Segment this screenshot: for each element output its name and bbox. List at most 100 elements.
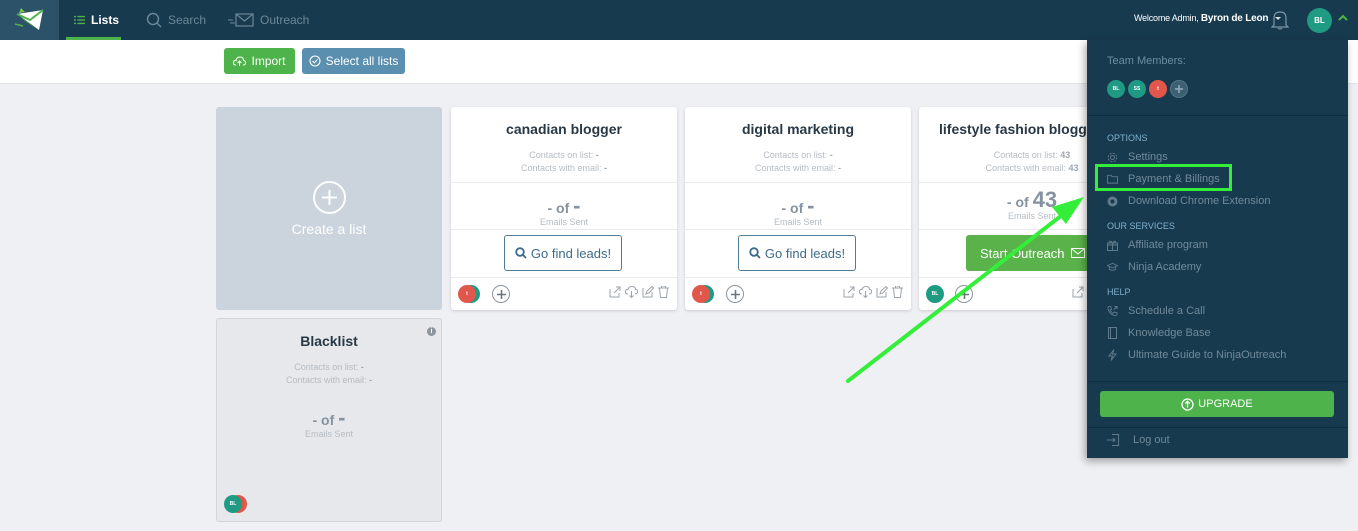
- go-find-leads-button[interactable]: Go find leads!: [504, 235, 622, 271]
- member-avatar[interactable]: t: [458, 285, 476, 303]
- email-label: Contacts with email:: [754, 163, 836, 173]
- create-list-card[interactable]: Create a list: [216, 107, 442, 310]
- add-member-button[interactable]: [726, 285, 744, 303]
- card-actions: [1072, 286, 1084, 298]
- team-member-avatar[interactable]: SS: [1128, 80, 1146, 98]
- plus-icon: [1175, 85, 1183, 93]
- contacts-label: Contacts on list:: [993, 150, 1058, 160]
- divider: [1087, 115, 1348, 116]
- search-icon: [749, 247, 761, 259]
- logout-icon: [1107, 434, 1119, 446]
- nav-search-label: Search: [168, 13, 207, 27]
- user-name: Byron de Leon: [1200, 13, 1269, 24]
- user-avatar[interactable]: BL: [1307, 8, 1332, 33]
- share-icon[interactable]: [1072, 286, 1084, 298]
- welcome-prefix: Welcome Admin,: [1134, 13, 1199, 23]
- upgrade-label: UPGRADE: [1198, 398, 1253, 410]
- contacts-label: Contacts on list:: [529, 150, 594, 160]
- list-stats: Contacts on list: - Contacts with email:…: [685, 149, 911, 175]
- team-member-avatar[interactable]: t: [1149, 80, 1167, 98]
- sent-label: Emails Sent: [304, 429, 354, 439]
- sent-prefix: - of: [547, 200, 570, 216]
- card-actions: [609, 286, 669, 298]
- menu-item-knowledge-base[interactable]: Knowledge Base: [1107, 325, 1211, 341]
- select-all-label: Select all lists: [325, 54, 399, 68]
- menu-item-affiliate[interactable]: Affiliate program: [1107, 237, 1208, 253]
- share-icon[interactable]: [843, 286, 855, 298]
- menu-item-settings[interactable]: Settings: [1107, 149, 1168, 165]
- search-icon: [146, 12, 162, 28]
- bolt-icon: [1108, 349, 1117, 361]
- arrow-up-circle-icon: [1181, 397, 1194, 411]
- chevron-up-icon[interactable]: [1338, 14, 1348, 22]
- annotation-highlight-box: [1095, 164, 1232, 191]
- edit-icon[interactable]: [876, 286, 888, 298]
- logout-label: Log out: [1133, 434, 1170, 446]
- graduation-cap-icon: [1107, 262, 1118, 271]
- edit-icon[interactable]: [642, 286, 654, 298]
- import-label: Import: [251, 54, 286, 68]
- team-members: BL SS t: [1107, 80, 1188, 98]
- menu-item-label: Knowledge Base: [1128, 327, 1211, 339]
- list-title[interactable]: digital marketing: [685, 121, 911, 137]
- list-title[interactable]: Blacklist: [217, 333, 441, 349]
- divider: [685, 182, 911, 183]
- emails-sent: - of - Emails Sent: [451, 193, 677, 227]
- bell-icon: [1270, 11, 1290, 30]
- contacts-value: -: [360, 362, 364, 372]
- emails-sent: - of - Emails Sent: [685, 193, 911, 227]
- sent-label: Emails Sent: [773, 217, 823, 227]
- select-all-lists-button[interactable]: Select all lists: [302, 48, 405, 74]
- plus-circle-icon: [312, 180, 346, 214]
- chrome-icon: [1107, 196, 1118, 206]
- nav-lists[interactable]: Lists: [66, 0, 121, 40]
- email-value: 43: [1068, 163, 1079, 173]
- cloud-download-icon[interactable]: [859, 286, 872, 298]
- nav-search[interactable]: Search: [146, 0, 206, 40]
- member-avatar[interactable]: BL: [926, 285, 944, 303]
- menu-item-ultimate-guide[interactable]: Ultimate Guide to NinjaOutreach: [1107, 347, 1286, 363]
- logout-button[interactable]: Log out: [1107, 434, 1170, 446]
- top-navbar: Lists Search Outreach Welcome Admin, Byr…: [0, 0, 1358, 40]
- email-label: Contacts with email:: [285, 375, 367, 385]
- member-avatar[interactable]: t: [692, 285, 710, 303]
- list-title[interactable]: canadian blogger: [451, 121, 677, 137]
- email-value: -: [604, 163, 608, 173]
- envelope-fast-icon: [228, 13, 254, 27]
- sent-prefix: - of: [781, 200, 804, 216]
- contacts-value: -: [595, 150, 599, 160]
- add-member-button[interactable]: [492, 285, 510, 303]
- menu-item-chrome-extension[interactable]: Download Chrome Extension: [1107, 193, 1270, 209]
- menu-item-schedule-call[interactable]: Schedule a Call: [1107, 303, 1205, 319]
- start-outreach-label: Start Outreach: [980, 245, 1065, 261]
- member-avatar[interactable]: BL: [224, 495, 242, 513]
- nav-outreach[interactable]: Outreach: [228, 0, 309, 40]
- search-icon: [515, 247, 527, 259]
- menu-item-label: Download Chrome Extension: [1128, 195, 1271, 207]
- app-logo[interactable]: [0, 0, 59, 40]
- sent-label: Emails Sent: [539, 217, 589, 227]
- menu-item-label: Schedule a Call: [1128, 305, 1206, 317]
- sent-prefix: - of: [1006, 194, 1029, 210]
- email-value: -: [369, 375, 373, 385]
- menu-item-ninja-academy[interactable]: Ninja Academy: [1107, 259, 1201, 275]
- share-icon[interactable]: [609, 286, 621, 298]
- add-team-member-button[interactable]: [1170, 80, 1188, 98]
- import-button[interactable]: Import: [224, 48, 295, 74]
- upgrade-button[interactable]: UPGRADE: [1100, 391, 1334, 417]
- sent-total: 43: [1032, 187, 1058, 212]
- team-member-avatar[interactable]: BL: [1107, 80, 1125, 98]
- blacklist-card: i Blacklist Contacts on list: - Contacts…: [216, 318, 442, 522]
- add-member-button[interactable]: [955, 285, 973, 303]
- notifications-button[interactable]: [1270, 10, 1290, 35]
- divider: [1087, 427, 1348, 428]
- email-label: Contacts with email:: [520, 163, 602, 173]
- envelope-icon: [1070, 248, 1085, 258]
- team-members-heading: Team Members:: [1107, 55, 1186, 67]
- user-menu-toggle[interactable]: Welcome Admin, Byron de Leon: [1134, 13, 1281, 24]
- go-find-leads-button[interactable]: Go find leads!: [738, 235, 856, 271]
- trash-icon[interactable]: [892, 286, 903, 298]
- contacts-value: 43: [1060, 150, 1071, 160]
- trash-icon[interactable]: [658, 286, 669, 298]
- cloud-download-icon[interactable]: [625, 286, 638, 298]
